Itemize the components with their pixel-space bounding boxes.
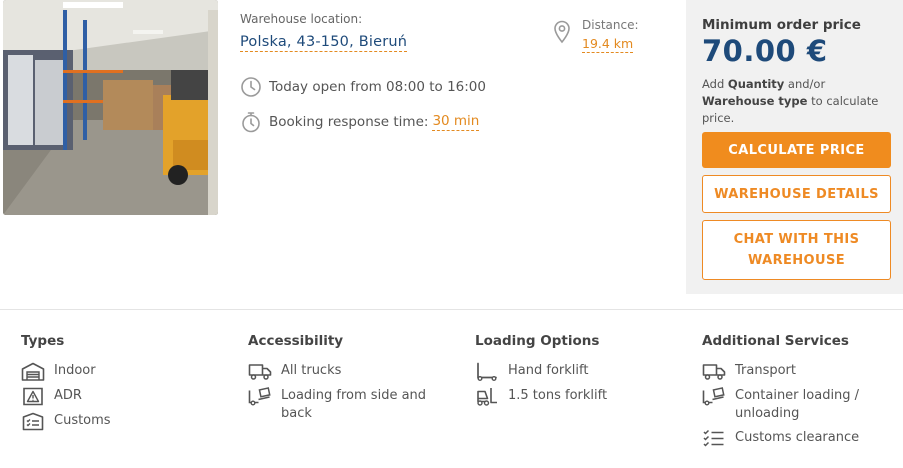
feature-label: Customs xyxy=(54,413,111,428)
hand-forklift-icon xyxy=(475,362,499,381)
distance-value[interactable]: 19.4 km xyxy=(582,36,634,53)
truck-icon xyxy=(248,362,272,381)
feature-label: Loading from side and back xyxy=(281,388,427,421)
opening-hours-text: Today open from 08:00 to 16:00 xyxy=(269,79,486,95)
forklift-icon xyxy=(475,387,499,406)
location-label: Warehouse location: xyxy=(240,12,363,26)
price-note-quantity: Quantity xyxy=(727,77,785,91)
list-item: Hand forklift xyxy=(475,362,690,381)
loading-options-section: Loading Options Hand forklift 1.5 tons f… xyxy=(475,333,690,412)
price-title: Minimum order price xyxy=(702,17,861,33)
loading-options-title: Loading Options xyxy=(475,333,600,349)
checklist-icon xyxy=(702,429,726,448)
feature-label: All trucks xyxy=(281,363,342,378)
list-item: 1.5 tons forklift xyxy=(475,387,690,406)
calculate-price-button[interactable]: CALCULATE PRICE xyxy=(702,132,891,168)
stopwatch-icon xyxy=(242,112,260,133)
warehouse-icon xyxy=(21,362,45,381)
location-value[interactable]: Polska, 43-150, Bieruń xyxy=(240,34,408,52)
price-note: Add Quantity and/or Warehouse type to ca… xyxy=(702,76,898,127)
feature-label: Transport xyxy=(735,363,797,378)
list-item: Loading from side and back xyxy=(248,387,463,423)
feature-label: Container loading / unloading xyxy=(735,388,860,421)
distance-label: Distance: xyxy=(582,18,639,32)
accessibility-title: Accessibility xyxy=(248,333,344,349)
hazard-icon xyxy=(21,387,45,406)
booking-value[interactable]: 30 min xyxy=(432,113,480,131)
feature-label: ADR xyxy=(54,388,82,403)
feature-label: Hand forklift xyxy=(508,363,589,378)
additional-services-title: Additional Services xyxy=(702,333,849,349)
section-divider xyxy=(0,309,903,310)
opening-hours: Today open from 08:00 to 16:00 xyxy=(240,76,486,98)
booking-response: Booking response time: 30 min xyxy=(240,111,480,133)
types-section: Types Indoor ADR Customs xyxy=(21,333,236,437)
list-item: Transport xyxy=(702,362,902,381)
list-item: All trucks xyxy=(248,362,463,381)
price-note-warehouse-type: Warehouse type xyxy=(702,94,808,108)
customs-icon xyxy=(21,412,45,431)
price-note-mid: and/or xyxy=(787,77,826,91)
booking-label: Booking response time: xyxy=(269,114,429,130)
price-value: 70.00 € xyxy=(702,34,828,68)
list-item: Customs clearance xyxy=(702,429,902,448)
feature-label: 1.5 tons forklift xyxy=(508,388,608,403)
feature-label: Customs clearance xyxy=(735,430,860,445)
list-item: Container loading / unloading xyxy=(702,387,902,423)
additional-services-section: Additional Services Transport Container … xyxy=(702,333,902,454)
map-pin-icon xyxy=(554,20,570,44)
chat-with-warehouse-button[interactable]: CHAT WITH THIS WAREHOUSE xyxy=(702,220,891,280)
forklift-boxes-icon xyxy=(248,387,272,406)
truck-icon xyxy=(702,362,726,381)
feature-label: Indoor xyxy=(54,363,96,378)
forklift-boxes-icon xyxy=(702,387,726,406)
price-panel: Minimum order price 70.00 € Add Quantity… xyxy=(686,0,903,294)
list-item: ADR xyxy=(21,387,236,406)
accessibility-section: Accessibility All trucks Loading from si… xyxy=(248,333,463,429)
price-note-prefix: Add xyxy=(702,77,725,91)
warehouse-photo[interactable] xyxy=(3,0,218,215)
clock-icon xyxy=(241,77,261,97)
warehouse-details-button[interactable]: WAREHOUSE DETAILS xyxy=(702,175,891,213)
warehouse-info: Warehouse location: Polska, 43-150, Bier… xyxy=(240,0,670,220)
list-item: Indoor xyxy=(21,362,236,381)
types-title: Types xyxy=(21,333,65,349)
list-item: Customs xyxy=(21,412,236,431)
